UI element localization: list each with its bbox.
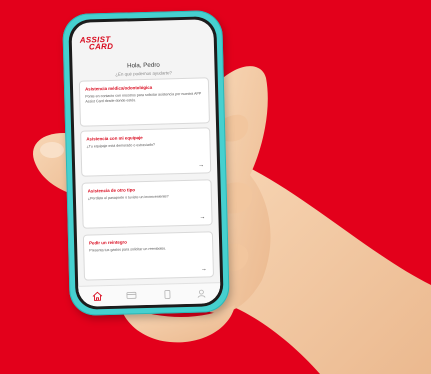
card-title: Asistencia médica/odontológica (84, 84, 153, 92)
phone-case: ASSIST CARD Hola, Pedro ¿En qué podemos … (62, 9, 230, 317)
nav-profile[interactable] (195, 288, 207, 298)
document-icon (164, 290, 171, 299)
card-description: ¿Tu equipaje está demorado o extraviado? (86, 142, 155, 149)
phone-bezel: ASSIST CARD Hola, Pedro ¿En qué podemos … (68, 16, 224, 310)
card-title: Asistencia con mi equipaje (86, 135, 143, 142)
arrow-right-icon[interactable]: → (201, 266, 207, 272)
arrow-right-icon[interactable]: → (198, 162, 204, 168)
card-icon (126, 291, 137, 299)
app-screen: ASSIST CARD Hola, Pedro ¿En qué podemos … (71, 19, 221, 307)
home-icon (92, 291, 103, 301)
card-reimbursement[interactable]: Pedir un reintegro Presenta tus gastos p… (82, 231, 215, 281)
card-title: Pedir un reintegro (89, 239, 127, 246)
card-medical-assistance[interactable]: Asistencia médica/odontológica Ponte en … (78, 77, 210, 127)
nav-card[interactable] (125, 290, 137, 300)
card-description: ¿Perdiste el pasaporte o tuviste un inco… (87, 194, 169, 201)
nav-home[interactable] (91, 291, 103, 301)
card-title: Asistencia de otro tipo (87, 187, 136, 194)
logo-line-2: CARD (88, 41, 114, 52)
bottom-navigation (78, 282, 221, 307)
assist-card-logo: ASSIST CARD (80, 35, 114, 52)
card-luggage-assistance[interactable]: Asistencia con mi equipaje ¿Tu equipaje … (80, 127, 212, 177)
profile-icon (197, 289, 206, 298)
card-other-assistance[interactable]: Asistencia de otro tipo ¿Perdiste el pas… (81, 179, 213, 229)
card-description: Ponte en contacto con nosotros para soli… (85, 91, 202, 104)
card-description: Presenta tus gastos para solicitar un re… (89, 246, 167, 253)
greeting-subtitle: ¿En qué podemos ayudarte? (115, 70, 173, 77)
arrow-right-icon[interactable]: → (199, 214, 205, 220)
nav-document[interactable] (161, 289, 173, 299)
